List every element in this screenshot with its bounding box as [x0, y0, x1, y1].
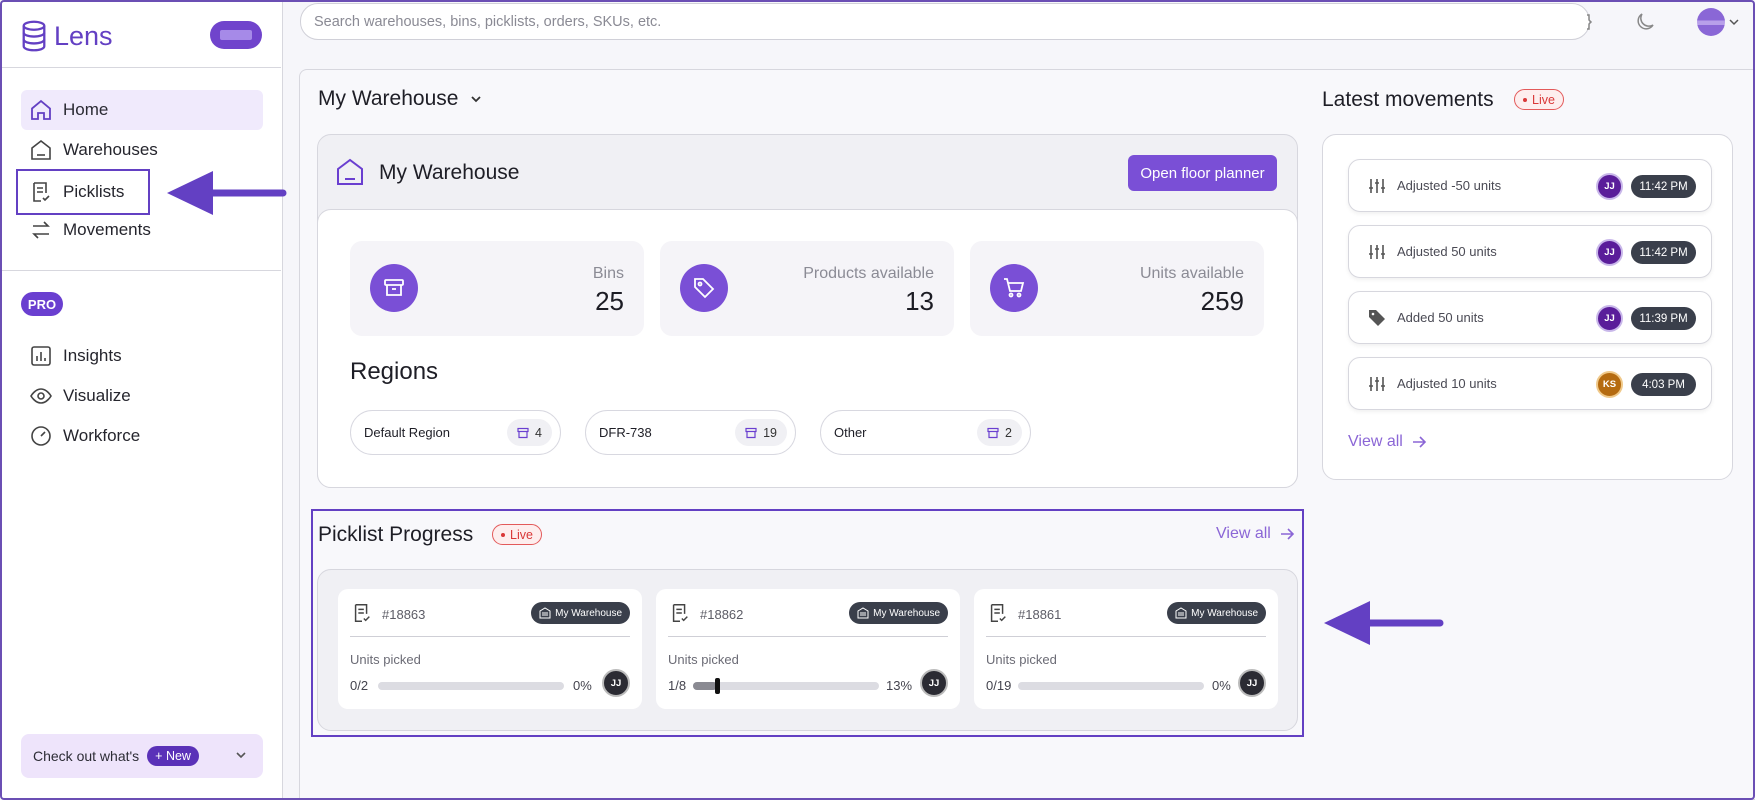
sidebar-item-workforce[interactable]: Workforce	[21, 416, 263, 456]
tag-icon	[694, 278, 715, 299]
archive-icon	[384, 279, 404, 296]
sidebar-item-warehouses[interactable]: Warehouses	[21, 130, 263, 170]
warehouse-badge: My Warehouse	[849, 602, 948, 624]
archive-icon	[987, 427, 999, 438]
warehouse-badge: My Warehouse	[1167, 602, 1266, 624]
picklist-icon	[990, 604, 1006, 622]
movement-item[interactable]: Adjusted 50 units JJ 11:42 PM	[1348, 225, 1712, 278]
cart-icon	[1004, 278, 1025, 298]
regions-title: Regions	[350, 358, 439, 385]
bracket-icon[interactable]	[1578, 10, 1602, 34]
building-icon	[1175, 607, 1187, 619]
tag-icon	[1369, 310, 1385, 326]
sidebar-item-visualize[interactable]: Visualize	[21, 376, 263, 416]
app-logo[interactable]: Lens	[20, 20, 113, 52]
latest-movements-title: Latest movements	[1322, 88, 1494, 111]
avatar: JJ	[920, 669, 948, 697]
sidebar-item-home[interactable]: Home	[21, 90, 263, 130]
warehouse-icon	[337, 158, 363, 185]
whats-new-banner[interactable]: Check out what's + New	[21, 734, 263, 778]
progress-bar	[693, 678, 879, 694]
picklist-card[interactable]: #18861 My Warehouse Units picked 0/19 0%…	[974, 589, 1278, 709]
avatar: JJ	[1238, 669, 1266, 697]
building-icon	[857, 607, 869, 619]
sidebar-divider	[0, 270, 281, 271]
avatar: KS	[1596, 371, 1623, 398]
movement-item[interactable]: Adjusted 10 units KS 4:03 PM	[1348, 357, 1712, 410]
home-icon	[31, 99, 51, 120]
picklist-icon	[33, 182, 50, 202]
picklist-card[interactable]: #18863 My Warehouse Units picked 0/2 0% …	[338, 589, 642, 709]
picklist-card[interactable]: #18862 My Warehouse Units picked 1/8 13%…	[656, 589, 960, 709]
progress-bar	[1018, 682, 1204, 690]
sliders-icon	[1369, 179, 1385, 193]
new-badge: + New	[147, 746, 199, 766]
sidebar-item-picklists[interactable]: Picklists	[16, 169, 150, 215]
archive-icon	[517, 427, 529, 438]
moon-icon[interactable]	[1633, 10, 1657, 34]
annotation-arrow-picklists	[167, 171, 287, 215]
arrow-right-icon	[1280, 528, 1294, 540]
time-badge: 11:42 PM	[1631, 241, 1696, 264]
progress-bar	[378, 682, 564, 690]
chart-icon	[31, 346, 51, 366]
avatar: JJ	[1596, 239, 1623, 266]
time-badge: 11:39 PM	[1631, 307, 1696, 330]
picklist-progress-title: Picklist Progress	[318, 523, 474, 546]
sliders-icon	[1369, 377, 1385, 391]
time-badge: 4:03 PM	[1631, 373, 1696, 396]
search-input[interactable]: Search warehouses, bins, picklists, orde…	[300, 3, 1590, 40]
avatar: JJ	[1596, 305, 1623, 332]
sidebar-divider	[0, 67, 281, 68]
gauge-icon	[31, 426, 51, 446]
warehouse-selector[interactable]: My Warehouse	[318, 87, 484, 111]
movements-view-all-link[interactable]: View all	[1348, 433, 1427, 451]
movement-item[interactable]: Added 50 units JJ 11:39 PM	[1348, 291, 1712, 344]
arrow-right-icon	[1412, 436, 1426, 448]
warehouse-icon	[31, 139, 51, 160]
eye-icon	[30, 388, 52, 404]
stat-units-available: Units available 259	[970, 241, 1264, 336]
sliders-icon	[1369, 245, 1385, 259]
warehouse-card-title: My Warehouse	[379, 161, 520, 184]
arrows-icon	[32, 221, 50, 239]
archive-icon	[745, 427, 757, 438]
sidebar-item-insights[interactable]: Insights	[21, 336, 263, 376]
region-chip[interactable]: DFR-738 19	[585, 410, 796, 455]
annotation-arrow-picklist-progress	[1324, 601, 1444, 645]
region-chip[interactable]: Other 2	[820, 410, 1031, 455]
stat-products-available: Products available 13	[660, 241, 954, 336]
user-avatar[interactable]	[1697, 8, 1725, 36]
movement-item[interactable]: Adjusted -50 units JJ 11:42 PM	[1348, 159, 1712, 212]
app-name: Lens	[54, 20, 113, 51]
live-badge: Live	[1514, 89, 1564, 110]
picklist-icon	[354, 604, 370, 622]
open-floor-planner-button[interactable]: Open floor planner	[1128, 155, 1277, 191]
chevron-down-icon	[471, 96, 482, 103]
avatar: JJ	[1596, 173, 1623, 200]
picklist-icon	[672, 604, 688, 622]
stat-bins: Bins 25	[350, 241, 644, 336]
pro-badge: PRO	[21, 292, 63, 316]
workspace-pill[interactable]	[210, 21, 262, 49]
time-badge: 11:42 PM	[1631, 175, 1696, 198]
chevron-down-icon	[236, 752, 246, 759]
chevron-down-icon[interactable]	[1727, 15, 1741, 29]
database-icon	[22, 20, 46, 52]
building-icon	[539, 607, 551, 619]
region-chip[interactable]: Default Region 4	[350, 410, 561, 455]
live-badge: Live	[492, 524, 542, 545]
avatar: JJ	[602, 669, 630, 697]
picklists-view-all-link[interactable]: View all	[1216, 525, 1295, 543]
warehouse-badge: My Warehouse	[531, 602, 630, 624]
